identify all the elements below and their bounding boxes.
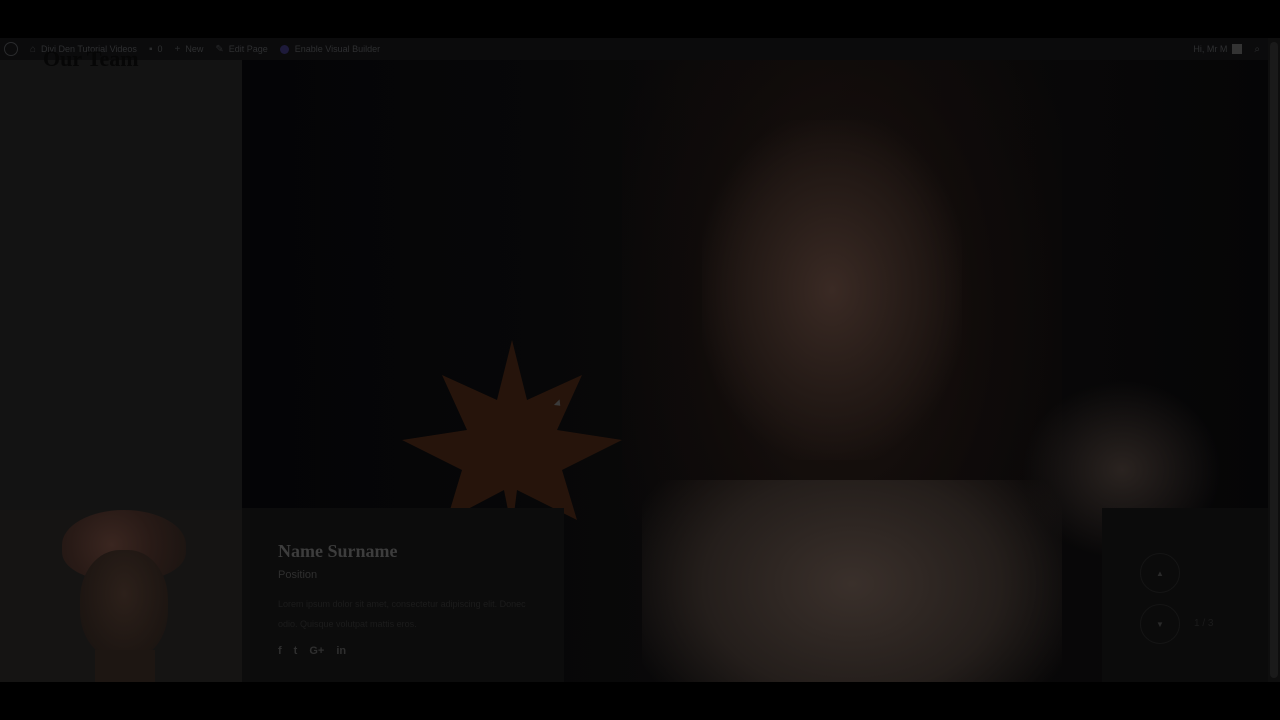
thumbnail-neck — [95, 650, 155, 682]
letterbox-top — [0, 0, 1280, 38]
hero-face — [702, 120, 962, 460]
chevron-down-icon: ▼ — [1156, 619, 1164, 629]
admin-bar-new[interactable]: + New — [175, 44, 204, 55]
plus-icon: + — [174, 43, 181, 55]
team-member-thumbnail[interactable] — [0, 510, 242, 682]
wp-admin-bar: ⌂ Divi Den Tutorial Videos ▪ 0 + New ✎ E… — [0, 38, 1268, 60]
slide-counter: 1 / 3 — [1194, 618, 1214, 629]
page-scrollbar[interactable] — [1268, 38, 1280, 682]
thumbnail-face — [80, 550, 168, 660]
member-name: Name Surname — [278, 541, 398, 561]
maple-leaf-image — [402, 340, 622, 530]
divi-icon — [279, 44, 289, 54]
member-position: Position — [278, 569, 318, 581]
left-panel — [0, 60, 242, 510]
google-plus-icon[interactable]: G+ — [309, 645, 324, 657]
edit-page-label: Edit Page — [228, 44, 268, 54]
admin-bar-visual-builder[interactable]: Enable Visual Builder — [279, 44, 381, 54]
team-member-card: Name Surname Position Lorem ipsum dolor … — [242, 508, 564, 682]
slider-controls: ▲ ▼ 1 / 3 — [1102, 508, 1268, 682]
letterbox-bottom — [0, 682, 1280, 720]
hero-body — [642, 480, 1062, 682]
user-avatar — [1232, 44, 1243, 54]
scrollbar-thumb[interactable] — [1270, 42, 1278, 678]
new-label: New — [185, 44, 204, 54]
page-title: Our Team — [43, 46, 139, 71]
slider-prev-button[interactable]: ▲ — [1140, 553, 1180, 593]
comments-count: 0 — [157, 44, 163, 54]
social-links: f t G+ in — [278, 645, 358, 657]
pencil-icon: ✎ — [215, 43, 224, 55]
member-bio: Lorem ipsum dolor sit amet, consectetur … — [278, 599, 526, 629]
twitter-icon[interactable]: t — [294, 645, 298, 657]
facebook-icon[interactable]: f — [278, 645, 282, 657]
linkedin-icon[interactable]: in — [336, 645, 346, 657]
admin-bar-comments[interactable]: ▪ 0 — [149, 44, 163, 55]
chevron-up-icon: ▲ — [1156, 568, 1164, 578]
wordpress-logo-icon[interactable] — [4, 42, 18, 56]
comment-icon: ▪ — [148, 43, 153, 55]
home-icon: ⌂ — [30, 43, 37, 55]
search-icon[interactable]: ⌕ — [1254, 44, 1260, 55]
admin-bar-account[interactable]: Hi, Mr M ⌕ — [1193, 44, 1260, 55]
visual-builder-label: Enable Visual Builder — [294, 44, 381, 54]
admin-bar-edit-page[interactable]: ✎ Edit Page — [215, 44, 267, 55]
slider-next-button[interactable]: ▼ — [1140, 604, 1180, 644]
greeting: Hi, Mr M — [1193, 44, 1228, 54]
